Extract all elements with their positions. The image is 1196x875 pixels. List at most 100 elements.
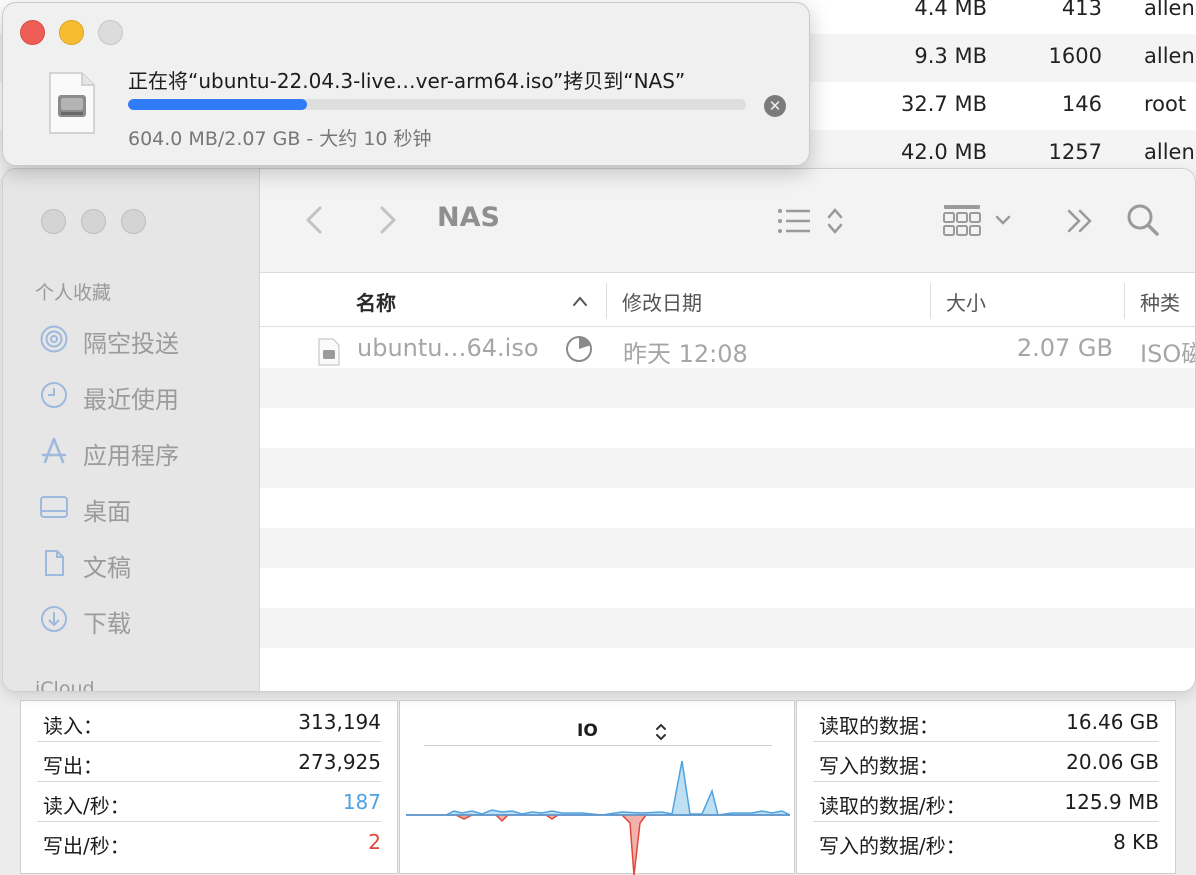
stat-label: 写入的数据：	[819, 754, 939, 778]
up-down-chevron-icon[interactable]	[654, 723, 668, 741]
stat-row: 读入： 313,194	[21, 701, 397, 741]
file-kind: ISO磁	[1140, 340, 1195, 368]
copy-dialog-title: 正在将“ubuntu-22.04.3-live…ver-arm64.iso”拷贝…	[128, 69, 686, 93]
column-header-date[interactable]: 修改日期	[622, 287, 702, 316]
stat-value: 8 KB	[1113, 830, 1159, 854]
memory-cell: 32.7 MB	[901, 92, 987, 116]
stat-value: 125.9 MB	[1064, 790, 1159, 814]
sidebar-item-label: 最近使用	[83, 386, 179, 414]
graph-divider	[424, 745, 772, 746]
empty-row	[260, 608, 1195, 648]
memory-cell: 9.3 MB	[914, 44, 987, 68]
column-divider[interactable]	[930, 283, 931, 319]
sidebar-section-icloud: iCloud	[35, 678, 95, 692]
close-window-button[interactable]	[41, 209, 66, 234]
file-date: 昨天 12:08	[623, 340, 748, 368]
stat-row: 写入的数据/秒： 8 KB	[797, 821, 1175, 861]
sidebar-item-downloads[interactable]: 下载	[39, 600, 249, 640]
sidebar-item-label: 隔空投送	[83, 330, 179, 358]
stat-value-write-rate: 2	[368, 830, 381, 854]
threads-cell: 146	[1061, 92, 1102, 116]
sidebar-item-airdrop[interactable]: 隔空投送	[39, 320, 249, 360]
stat-row: 读取的数据/秒： 125.9 MB	[797, 781, 1175, 821]
stat-row: 写出/秒： 2	[21, 821, 397, 861]
graph-selector[interactable]: IO	[577, 721, 598, 741]
zoom-window-button[interactable]	[121, 209, 146, 234]
io-graph-panel: IO	[399, 700, 795, 875]
empty-row	[260, 448, 1195, 488]
copy-dialog-status: 604.0 MB/2.07 GB - 大约 10 秒钟	[128, 128, 432, 150]
empty-row	[260, 568, 1195, 608]
sort-ascending-icon[interactable]	[572, 295, 588, 307]
forward-chevron-icon[interactable]	[378, 205, 398, 235]
activity-monitor-disk-stats: 读入： 313,194 写出： 273,925 读入/秒： 187 写出/秒： …	[0, 692, 1196, 875]
stat-label: 写出：	[43, 754, 103, 778]
sidebar-item-label: 文稿	[83, 554, 131, 582]
file-list: ubuntu…64.iso 昨天 12:08 2.07 GB ISO磁	[260, 328, 1195, 691]
minimize-window-button[interactable]	[81, 209, 106, 234]
window-title: NAS	[437, 202, 500, 233]
threads-cell: 1600	[1048, 44, 1102, 68]
column-header-size[interactable]: 大小	[946, 287, 986, 316]
stat-value: 273,925	[298, 750, 381, 774]
empty-row	[260, 408, 1195, 448]
stat-value: 313,194	[298, 710, 381, 734]
list-column-header: 名称 修改日期 大小 种类	[260, 273, 1195, 327]
finder-toolbar: NAS	[260, 169, 1195, 273]
column-header-kind[interactable]: 种类	[1140, 287, 1180, 316]
file-name: ubuntu…64.iso	[357, 334, 539, 362]
column-divider[interactable]	[606, 283, 607, 319]
empty-row	[260, 368, 1195, 408]
more-chevrons-icon[interactable]	[1066, 207, 1094, 235]
io-activity-graph	[406, 760, 790, 875]
minimize-window-button[interactable]	[59, 20, 84, 45]
sidebar-item-label: 桌面	[83, 498, 131, 526]
user-cell: allen	[1144, 140, 1195, 164]
back-chevron-icon[interactable]	[304, 205, 324, 235]
close-window-button[interactable]	[20, 20, 45, 45]
disk-image-file-icon	[49, 72, 95, 134]
user-cell: allen	[1144, 44, 1195, 68]
list-view-icon[interactable]	[776, 206, 848, 236]
sidebar-item-desktop[interactable]: 桌面	[39, 488, 249, 528]
clock-icon	[41, 382, 67, 408]
memory-cell: 4.4 MB	[914, 0, 987, 20]
stat-value: 20.06 GB	[1066, 750, 1159, 774]
sidebar-item-applications[interactable]: 应用程序	[39, 432, 249, 472]
file-row[interactable]: ubuntu…64.iso 昨天 12:08 2.07 GB ISO磁	[260, 328, 1195, 368]
stat-value-read-rate: 187	[342, 790, 381, 814]
io-counts-panel: 读入： 313,194 写出： 273,925 读入/秒： 187 写出/秒： …	[20, 700, 398, 874]
stat-label: 读取的数据：	[819, 714, 939, 738]
stat-label: 写入的数据/秒：	[819, 834, 966, 858]
sidebar-section-favorites: 个人收藏	[35, 282, 112, 304]
stat-row: 读入/秒： 187	[21, 781, 397, 821]
copy-progress-fill	[128, 99, 308, 110]
stat-label: 写出/秒：	[43, 834, 130, 858]
stat-row: 写入的数据： 20.06 GB	[797, 741, 1175, 781]
stat-value: 16.46 GB	[1066, 710, 1159, 734]
sidebar-item-recents[interactable]: 最近使用	[39, 376, 249, 416]
iso-file-icon	[318, 338, 340, 366]
stat-row: 读取的数据： 16.46 GB	[797, 701, 1175, 741]
x-circle-icon[interactable]: ✕	[764, 95, 786, 117]
user-cell: allen	[1144, 0, 1195, 20]
stat-row: 写出： 273,925	[21, 741, 397, 781]
copy-progress-bar	[128, 99, 746, 110]
threads-cell: 1257	[1048, 140, 1102, 164]
search-icon[interactable]	[1126, 203, 1160, 237]
memory-cell: 42.0 MB	[901, 140, 987, 164]
finder-window: 个人收藏 隔空投送 最近使用 应用程序 桌面 文稿 下载 iCloud NAS …	[2, 168, 1196, 692]
column-header-name[interactable]: 名称	[356, 287, 396, 316]
data-totals-panel: 读取的数据： 16.46 GB 写入的数据： 20.06 GB 读取的数据/秒：…	[796, 700, 1176, 874]
stat-label: 读入/秒：	[43, 794, 130, 818]
sidebar-item-documents[interactable]: 文稿	[39, 544, 249, 584]
zoom-window-button[interactable]	[98, 20, 123, 45]
column-divider[interactable]	[1124, 283, 1125, 319]
sidebar-item-label: 下载	[83, 610, 131, 638]
desktop-icon	[40, 496, 68, 518]
copy-progress-pie-icon	[566, 336, 592, 362]
group-by-icon[interactable]	[943, 203, 1015, 237]
user-cell: root	[1144, 92, 1187, 116]
copy-progress-dialog: 正在将“ubuntu-22.04.3-live…ver-arm64.iso”拷贝…	[2, 2, 810, 166]
sidebar-item-label: 应用程序	[83, 442, 179, 470]
